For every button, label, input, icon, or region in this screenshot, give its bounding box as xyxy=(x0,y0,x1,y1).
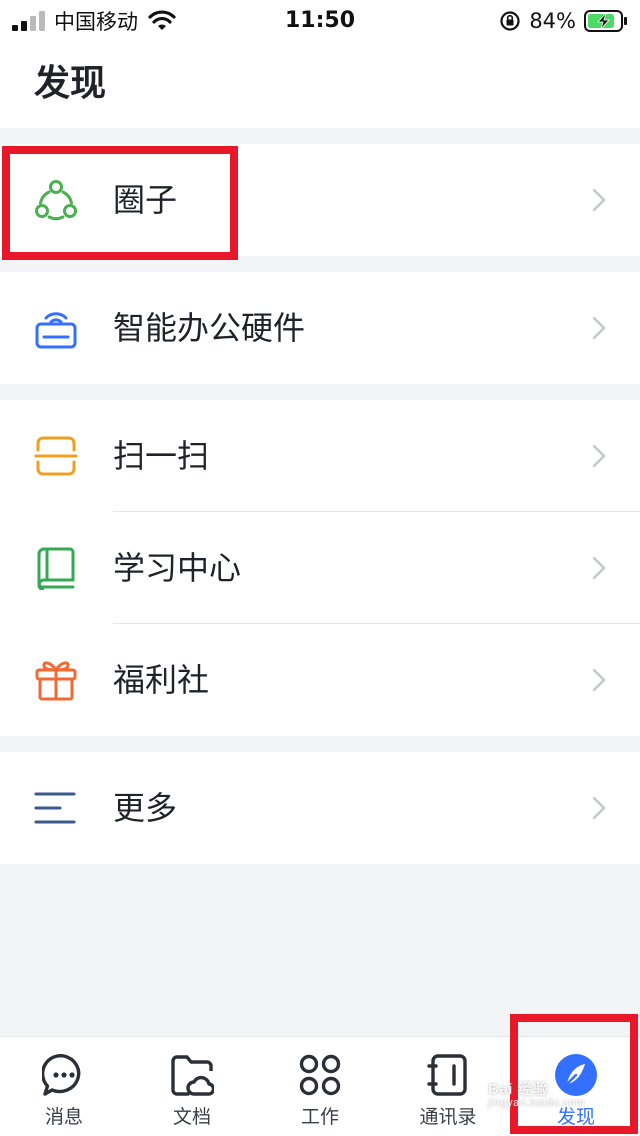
chevron-right-icon xyxy=(592,668,606,692)
chat-bubble-icon xyxy=(42,1053,81,1096)
chevron-right-icon xyxy=(592,316,606,340)
hardware-router-icon xyxy=(35,312,77,349)
menu-group-hardware: 智能办公硬件 xyxy=(0,272,640,384)
menu-item-hardware[interactable]: 智能办公硬件 xyxy=(0,272,640,384)
battery-percent: 84% xyxy=(529,9,576,33)
scan-icon xyxy=(34,436,78,476)
menu-item-label: 学习中心 xyxy=(113,549,242,587)
rotation-lock-icon xyxy=(500,11,520,31)
menu-group-more: 更多 xyxy=(0,752,640,864)
status-right: 84% xyxy=(499,6,628,36)
contacts-book-icon xyxy=(427,1054,467,1096)
menu-item-welfare[interactable]: 福利社 xyxy=(0,624,640,736)
folder-cloud-icon xyxy=(171,1055,214,1096)
gift-icon xyxy=(35,661,77,701)
book-icon xyxy=(37,547,75,590)
watermark-line2: jingyan.baidu.com xyxy=(488,1097,586,1109)
chevron-right-icon xyxy=(592,188,606,212)
tab-work[interactable]: 工作 xyxy=(256,1037,384,1136)
chevron-right-icon xyxy=(592,796,606,820)
more-lines-icon xyxy=(34,792,76,824)
menu-item-label: 更多 xyxy=(113,789,178,827)
menu-item-label: 福利社 xyxy=(113,661,210,699)
menu-item-more[interactable]: 更多 xyxy=(0,752,640,864)
battery-charging-icon xyxy=(584,10,627,32)
page-title: 发现 xyxy=(34,63,107,104)
status-bar: 中国移动 11:50 84% xyxy=(0,0,640,42)
baidu-watermark: Bai 经验 jingyan.baidu.com xyxy=(488,1078,585,1109)
menu-item-label: 智能办公硬件 xyxy=(113,309,306,347)
circle-group-icon xyxy=(35,180,77,221)
page-header: 发现 xyxy=(0,42,640,128)
tab-docs[interactable]: 文档 xyxy=(128,1037,256,1136)
watermark-line1: Bai 经验 xyxy=(488,1081,549,1098)
menu-item-label: 圈子 xyxy=(113,181,178,219)
menu-item-scan[interactable]: 扫一扫 xyxy=(0,400,640,512)
tab-label: 工作 xyxy=(300,1106,339,1128)
tab-label: 文档 xyxy=(172,1106,211,1128)
tab-label: 消息 xyxy=(44,1106,83,1128)
tab-messages[interactable]: 消息 xyxy=(0,1037,128,1136)
menu-item-label: 扫一扫 xyxy=(113,437,210,475)
menu-item-circle[interactable]: 圈子 xyxy=(0,144,640,256)
grid-apps-icon xyxy=(299,1054,341,1096)
menu-item-learning[interactable]: 学习中心 xyxy=(0,512,640,624)
chevron-right-icon xyxy=(592,444,606,468)
menu-group-tools: 扫一扫 学习中心 福利社 xyxy=(0,400,640,736)
chevron-right-icon xyxy=(592,556,606,580)
menu-group-circle: 圈子 xyxy=(0,144,640,256)
